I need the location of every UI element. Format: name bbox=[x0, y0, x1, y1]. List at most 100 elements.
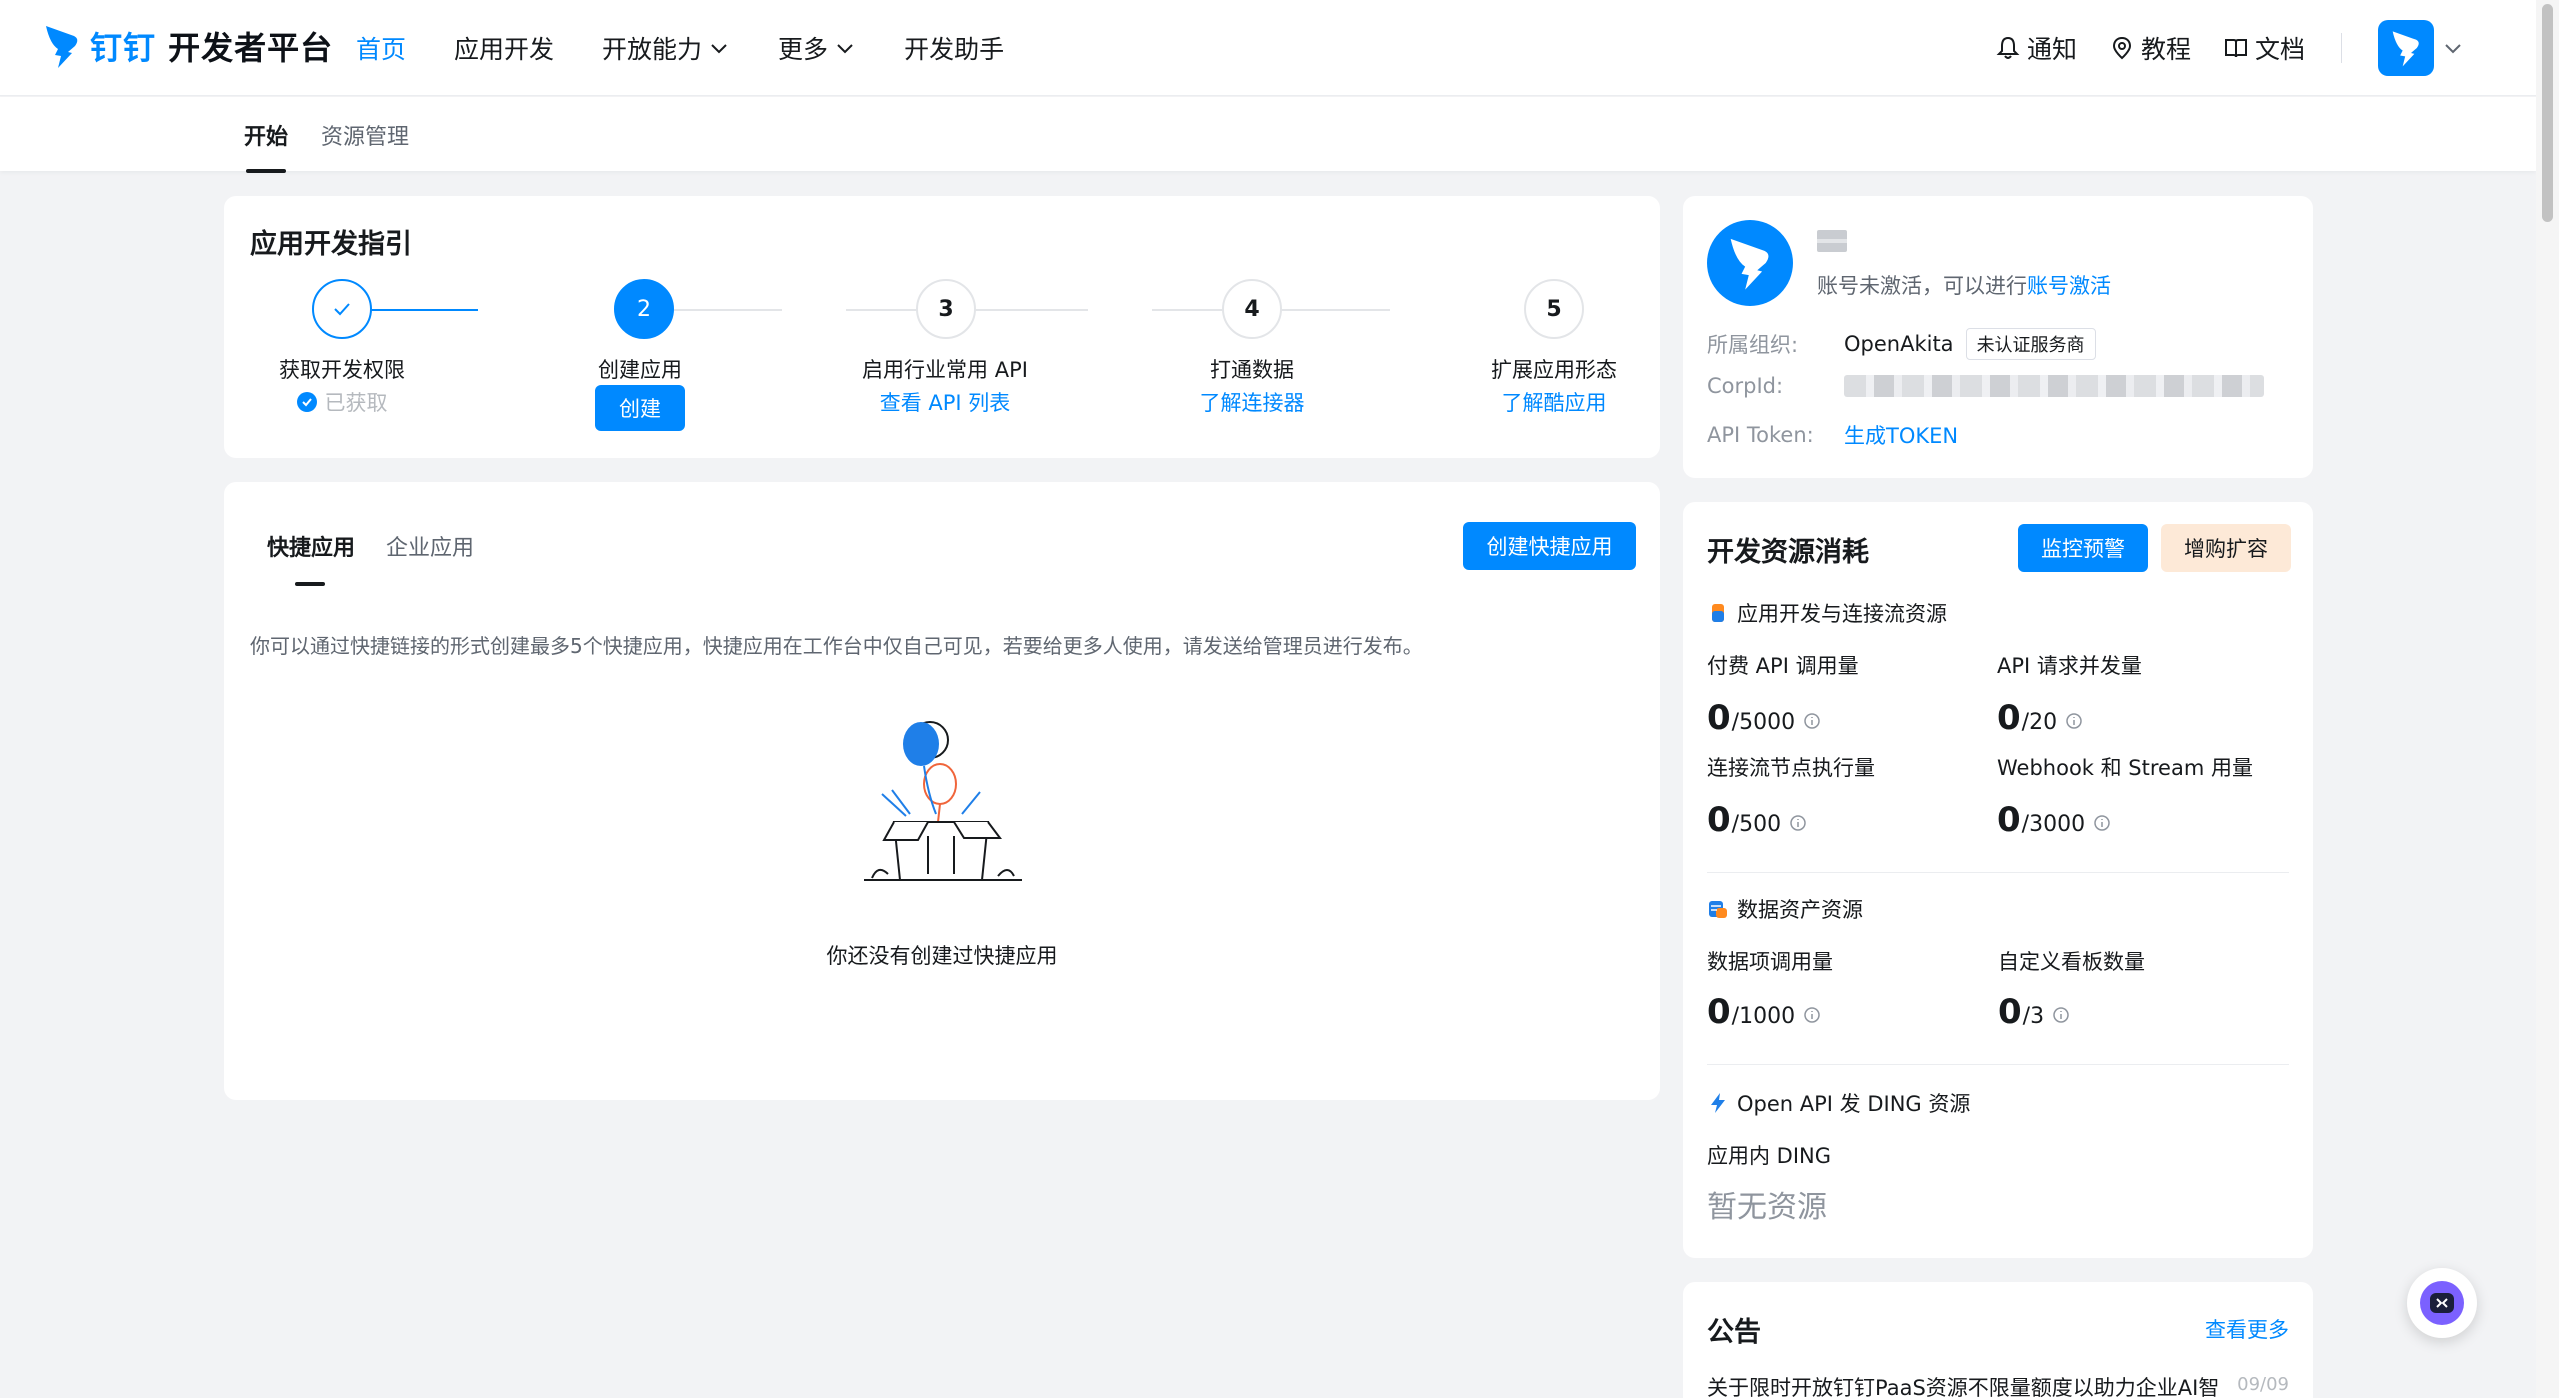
assistant-icon bbox=[2420, 1281, 2464, 1325]
step-3-label: 启用行业常用 API bbox=[862, 358, 1028, 382]
nav-home[interactable]: 首页 bbox=[356, 30, 406, 66]
org-value: OpenAkita bbox=[1844, 332, 1954, 356]
bell-icon bbox=[1996, 36, 2020, 59]
learn-cool-apps-link[interactable]: 了解酷应用 bbox=[1424, 387, 1684, 417]
learn-connectors-link[interactable]: 了解连接器 bbox=[1122, 387, 1382, 417]
assistant-float-button[interactable] bbox=[2407, 1268, 2477, 1338]
sub-tab-bar: 开始 资源管理 bbox=[0, 97, 2536, 173]
dev-guide-card: 应用开发指引 获取开发权限 已获取 2 创建应用 创建 3 启用行业常用 API… bbox=[224, 196, 1660, 458]
book-icon bbox=[2224, 39, 2247, 58]
org-row: 所属组织: OpenAkita 未认证服务商 bbox=[1707, 328, 2096, 360]
tab-enterprise-apps[interactable]: 企业应用 bbox=[386, 530, 474, 562]
section-app-dev-resources: 应用开发与连接流资源 bbox=[1707, 598, 1947, 628]
apps-card: 快捷应用 企业应用 创建快捷应用 你可以通过快捷链接的形式创建最多5个快捷应用，… bbox=[224, 482, 1660, 1100]
info-icon[interactable] bbox=[2065, 712, 2083, 730]
nav-app-dev[interactable]: 应用开发 bbox=[454, 30, 554, 66]
api-token-label: API Token: bbox=[1707, 423, 1814, 447]
user-avatar-menu[interactable] bbox=[2378, 20, 2464, 76]
tab-quick-apps[interactable]: 快捷应用 bbox=[267, 530, 355, 586]
brand-name: 开发者平台 bbox=[168, 29, 334, 67]
location-pin-icon bbox=[2112, 36, 2131, 60]
check-circle-icon bbox=[296, 392, 317, 412]
header-divider bbox=[2341, 33, 2342, 63]
monitor-alert-button[interactable]: 监控预警 bbox=[2018, 524, 2148, 572]
org-avatar bbox=[1707, 220, 1793, 306]
top-navigation-bar: 钉钉 开发者平台 首页 应用开发 开放能力 更多 开发助手 通知 教程 文档 bbox=[0, 0, 2536, 96]
metric-label: 付费 API 调用量 bbox=[1707, 654, 1859, 678]
metric-label: 连接流节点执行量 bbox=[1707, 756, 1875, 780]
section-divider bbox=[1707, 1064, 2289, 1065]
step-2-node: 2 bbox=[614, 279, 674, 339]
step-5-label: 扩展应用形态 bbox=[1491, 358, 1617, 382]
org-label: 所属组织: bbox=[1707, 333, 1799, 357]
metric-value: 0/1000 bbox=[1707, 992, 1821, 1032]
announcement-item[interactable]: 关于限时开放钉钉PaaS资源不限量额度以助力企业AI智 bbox=[1707, 1372, 2219, 1398]
docs-button[interactable]: 文档 bbox=[2223, 30, 2305, 66]
activate-account-link[interactable]: 账号激活 bbox=[2027, 274, 2111, 298]
metric-label: 数据项调用量 bbox=[1707, 950, 1833, 974]
step-4-node: 4 bbox=[1222, 279, 1282, 339]
step-3-node: 3 bbox=[916, 279, 976, 339]
notifications-button[interactable]: 通知 bbox=[1995, 30, 2077, 66]
metric-label: API 请求并发量 bbox=[1997, 654, 2142, 678]
chevron-down-icon bbox=[837, 44, 853, 54]
no-resources-text: 暂无资源 bbox=[1707, 1190, 1827, 1225]
step-1-label: 获取开发权限 bbox=[279, 358, 405, 382]
info-icon[interactable] bbox=[2093, 814, 2111, 832]
nav-open-capabilities[interactable]: 开放能力 bbox=[602, 30, 730, 66]
generate-token-link[interactable]: 生成TOKEN bbox=[1844, 420, 1958, 450]
step-1-node bbox=[312, 279, 372, 339]
database-icon bbox=[1709, 901, 1727, 918]
lightning-icon bbox=[1711, 1093, 1725, 1113]
announcements-title: 公告 bbox=[1707, 1317, 1761, 1348]
nav-more[interactable]: 更多 bbox=[778, 30, 856, 66]
create-app-button[interactable]: 创建 bbox=[595, 385, 685, 431]
metric-value: 0/3 bbox=[1998, 992, 2070, 1032]
announcement-date: 09/09 bbox=[2237, 1374, 2289, 1395]
resources-title: 开发资源消耗 bbox=[1707, 537, 1869, 568]
account-name-redacted bbox=[1817, 230, 1847, 252]
view-api-list-link[interactable]: 查看 API 列表 bbox=[815, 387, 1075, 417]
step-1-status: 已获取 bbox=[212, 387, 472, 417]
brand-logo[interactable]: 钉钉 开发者平台 bbox=[44, 18, 333, 74]
scrollbar-thumb[interactable] bbox=[2542, 4, 2553, 222]
chevron-down-icon bbox=[711, 44, 727, 54]
tutorial-button[interactable]: 教程 bbox=[2109, 30, 2191, 66]
header-tools: 通知 教程 文档 bbox=[1963, 0, 2464, 96]
chevron-down-icon bbox=[2445, 44, 2461, 54]
metric-label: 应用内 DING bbox=[1707, 1144, 1832, 1168]
create-quick-app-button[interactable]: 创建快捷应用 bbox=[1463, 522, 1636, 570]
empty-state-text: 你还没有创建过快捷应用 bbox=[826, 944, 1058, 968]
metric-value: 0/5000 bbox=[1707, 698, 1821, 738]
step-2-label: 创建应用 bbox=[598, 358, 682, 382]
tab-start[interactable]: 开始 bbox=[244, 119, 288, 173]
corpid-value-redacted bbox=[1844, 375, 2264, 397]
tab-resource-management[interactable]: 资源管理 bbox=[321, 119, 409, 151]
main-nav: 首页 应用开发 开放能力 更多 开发助手 bbox=[356, 0, 1052, 96]
info-icon[interactable] bbox=[2052, 1006, 2070, 1024]
empty-box-illustration bbox=[864, 721, 1022, 881]
metric-label: Webhook 和 Stream 用量 bbox=[1997, 756, 2253, 780]
corpid-label: CorpId: bbox=[1707, 374, 1784, 398]
metric-value: 0/500 bbox=[1707, 800, 1807, 840]
purchase-expand-button[interactable]: 增购扩容 bbox=[2161, 524, 2291, 572]
account-card: 账号未激活，可以进行账号激活 所属组织: OpenAkita 未认证服务商 Co… bbox=[1683, 196, 2313, 478]
guide-title: 应用开发指引 bbox=[250, 229, 412, 260]
corpid-row: CorpId: bbox=[1707, 374, 2264, 398]
info-icon[interactable] bbox=[1803, 712, 1821, 730]
section-ding-resources: Open API 发 DING 资源 bbox=[1707, 1088, 1970, 1118]
api-token-row: API Token: 生成TOKEN bbox=[1707, 420, 1958, 450]
view-more-link[interactable]: 查看更多 bbox=[2205, 1314, 2289, 1344]
page-scrollbar[interactable] bbox=[2536, 0, 2559, 1398]
step-4-label: 打通数据 bbox=[1210, 358, 1294, 382]
step-5-node: 5 bbox=[1524, 279, 1584, 339]
account-status: 账号未激活，可以进行账号激活 bbox=[1817, 274, 2111, 298]
metric-value: 0/3000 bbox=[1997, 800, 2111, 840]
info-icon[interactable] bbox=[1803, 1006, 1821, 1024]
dingtalk-logo-icon bbox=[2392, 31, 2419, 67]
check-icon bbox=[334, 303, 350, 316]
uncertified-tag: 未认证服务商 bbox=[1965, 328, 2096, 360]
dingtalk-logo-icon bbox=[1730, 238, 1769, 290]
nav-dev-assistant[interactable]: 开发助手 bbox=[904, 30, 1004, 66]
info-icon[interactable] bbox=[1789, 814, 1807, 832]
